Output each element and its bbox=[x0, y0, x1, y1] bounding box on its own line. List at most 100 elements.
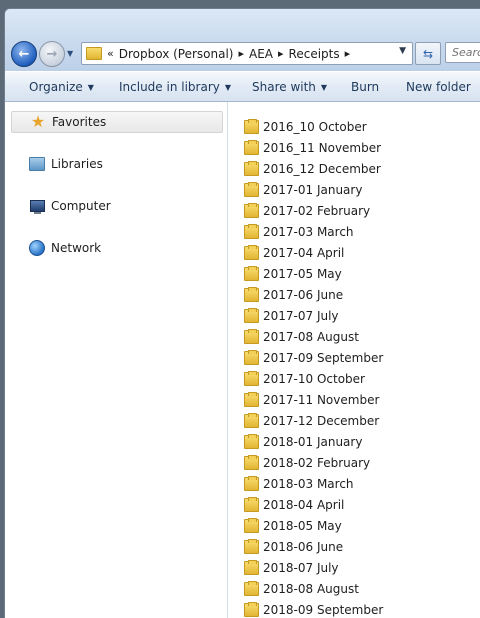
star-icon: ★ bbox=[30, 112, 46, 131]
folder-item[interactable]: 2016_11 November bbox=[244, 137, 381, 158]
folder-icon bbox=[244, 118, 259, 134]
search-input[interactable] bbox=[445, 42, 480, 63]
breadcrumb-separator-icon[interactable]: ▸ bbox=[238, 47, 244, 60]
include-in-library-menu[interactable]: Include in library ▼ bbox=[119, 80, 231, 94]
folder-item[interactable]: 2018-03 March bbox=[244, 473, 354, 494]
nav-item-label: Libraries bbox=[51, 157, 103, 171]
folder-item[interactable]: 2017-06 June bbox=[244, 284, 343, 305]
address-bar[interactable]: « Dropbox (Personal) ▸ AEA ▸ Receipts ▸ … bbox=[81, 42, 413, 65]
folder-icon bbox=[86, 47, 102, 60]
address-history-dropdown[interactable]: ▼ bbox=[399, 46, 406, 56]
folder-item[interactable]: 2018-08 August bbox=[244, 578, 359, 599]
folder-name: 2017-12 December bbox=[263, 413, 380, 428]
new-folder-label: New folder bbox=[406, 80, 471, 94]
folder-name: 2018-01 January bbox=[263, 434, 363, 449]
refresh-icon: ⇆ bbox=[422, 46, 434, 61]
folder-name: 2017-06 June bbox=[263, 287, 344, 302]
folder-icon bbox=[244, 349, 259, 365]
folder-item[interactable]: 2018-07 July bbox=[244, 557, 339, 578]
folder-icon bbox=[244, 328, 259, 344]
folder-item[interactable]: 2017-03 March bbox=[244, 221, 354, 242]
nav-item-libraries[interactable]: Libraries bbox=[11, 153, 223, 175]
computer-icon bbox=[29, 198, 45, 214]
folder-item[interactable]: 2018-05 May bbox=[244, 515, 342, 536]
folder-icon bbox=[244, 454, 259, 470]
breadcrumb-aea[interactable]: AEA bbox=[249, 47, 273, 61]
folder-icon bbox=[244, 307, 259, 323]
folder-item[interactable]: 2017-12 December bbox=[244, 410, 379, 431]
folder-name: 2016_12 December bbox=[263, 161, 381, 176]
folder-icon bbox=[244, 265, 259, 281]
folder-name: 2018-04 April bbox=[263, 497, 345, 512]
folder-icon bbox=[244, 601, 259, 617]
dropdown-arrow-icon: ▼ bbox=[224, 83, 232, 92]
folder-item[interactable]: 2018-06 June bbox=[244, 536, 343, 557]
folder-item[interactable]: 2016_10 October bbox=[244, 116, 367, 137]
folder-icon bbox=[244, 559, 259, 575]
burn-label: Burn bbox=[351, 80, 380, 94]
breadcrumb-overflow[interactable]: « bbox=[107, 47, 114, 60]
folder-name: 2017-05 May bbox=[263, 266, 342, 281]
back-arrow-icon: ← bbox=[18, 46, 30, 62]
share-with-menu[interactable]: Share with ▼ bbox=[252, 80, 327, 94]
folder-name: 2017-07 July bbox=[263, 308, 339, 323]
folder-item[interactable]: 2017-01 January bbox=[244, 179, 362, 200]
folder-item[interactable]: 2017-05 May bbox=[244, 263, 342, 284]
folder-item[interactable]: 2018-09 September bbox=[244, 599, 383, 618]
folder-item[interactable]: 2017-11 November bbox=[244, 389, 379, 410]
breadcrumb-separator-icon[interactable]: ▸ bbox=[345, 47, 351, 60]
refresh-button[interactable]: ⇆ bbox=[415, 42, 441, 65]
folder-item[interactable]: 2018-04 April bbox=[244, 494, 344, 515]
folder-name: 2017-03 March bbox=[263, 224, 354, 239]
folder-name: 2018-09 September bbox=[263, 602, 384, 617]
folder-item[interactable]: 2017-09 September bbox=[244, 347, 383, 368]
network-icon bbox=[29, 240, 45, 256]
nav-item-favorites[interactable]: ★ Favorites bbox=[11, 111, 223, 133]
nav-item-computer[interactable]: Computer bbox=[11, 195, 223, 217]
libraries-icon bbox=[29, 156, 45, 172]
folder-name: 2018-05 May bbox=[263, 518, 342, 533]
breadcrumb-receipts[interactable]: Receipts bbox=[289, 47, 340, 61]
folder-icon bbox=[244, 370, 259, 386]
folder-icon bbox=[244, 139, 259, 155]
folder-icon bbox=[244, 517, 259, 533]
folder-icon bbox=[244, 538, 259, 554]
folder-icon bbox=[244, 433, 259, 449]
file-list: 2016_10 October 2016_11 November 2016_12… bbox=[228, 102, 480, 618]
back-button[interactable]: ← bbox=[11, 41, 37, 67]
new-folder-button[interactable]: New folder bbox=[406, 80, 471, 94]
nav-item-label: Computer bbox=[51, 199, 111, 213]
forward-arrow-icon: → bbox=[46, 46, 58, 62]
folder-icon bbox=[244, 496, 259, 512]
folder-item[interactable]: 2016_12 December bbox=[244, 158, 381, 179]
folder-item[interactable]: 2017-10 October bbox=[244, 368, 365, 389]
folder-icon bbox=[244, 202, 259, 218]
breadcrumb-separator-icon[interactable]: ▸ bbox=[278, 47, 284, 60]
folder-icon bbox=[244, 223, 259, 239]
folder-item[interactable]: 2017-02 February bbox=[244, 200, 370, 221]
folder-name: 2017-11 November bbox=[263, 392, 380, 407]
organize-menu[interactable]: Organize ▼ bbox=[29, 80, 94, 94]
folder-name: 2018-03 March bbox=[263, 476, 354, 491]
folder-item[interactable]: 2017-07 July bbox=[244, 305, 339, 326]
folder-icon bbox=[244, 286, 259, 302]
navigation-pane: ★ Favorites Libraries Computer Network bbox=[5, 102, 228, 618]
folder-name: 2018-07 July bbox=[263, 560, 339, 575]
forward-button[interactable]: → bbox=[39, 41, 65, 67]
folder-name: 2018-02 February bbox=[263, 455, 371, 470]
folder-name: 2016_10 October bbox=[263, 119, 367, 134]
nav-item-label: Favorites bbox=[52, 115, 107, 129]
share-with-label: Share with bbox=[252, 80, 316, 94]
folder-name: 2017-04 April bbox=[263, 245, 345, 260]
folder-item[interactable]: 2017-04 April bbox=[244, 242, 344, 263]
folder-item[interactable]: 2017-08 August bbox=[244, 326, 359, 347]
explorer-window: ← → ▼ « Dropbox (Personal) ▸ AEA ▸ Recei… bbox=[4, 8, 480, 618]
burn-button[interactable]: Burn bbox=[351, 80, 379, 94]
folder-item[interactable]: 2018-02 February bbox=[244, 452, 370, 473]
folder-item[interactable]: 2018-01 January bbox=[244, 431, 362, 452]
nav-item-network[interactable]: Network bbox=[11, 237, 223, 259]
breadcrumb-dropbox[interactable]: Dropbox (Personal) bbox=[119, 47, 234, 61]
organize-label: Organize bbox=[29, 80, 83, 94]
recent-pages-dropdown[interactable]: ▼ bbox=[67, 49, 73, 58]
folder-name: 2017-02 February bbox=[263, 203, 371, 218]
